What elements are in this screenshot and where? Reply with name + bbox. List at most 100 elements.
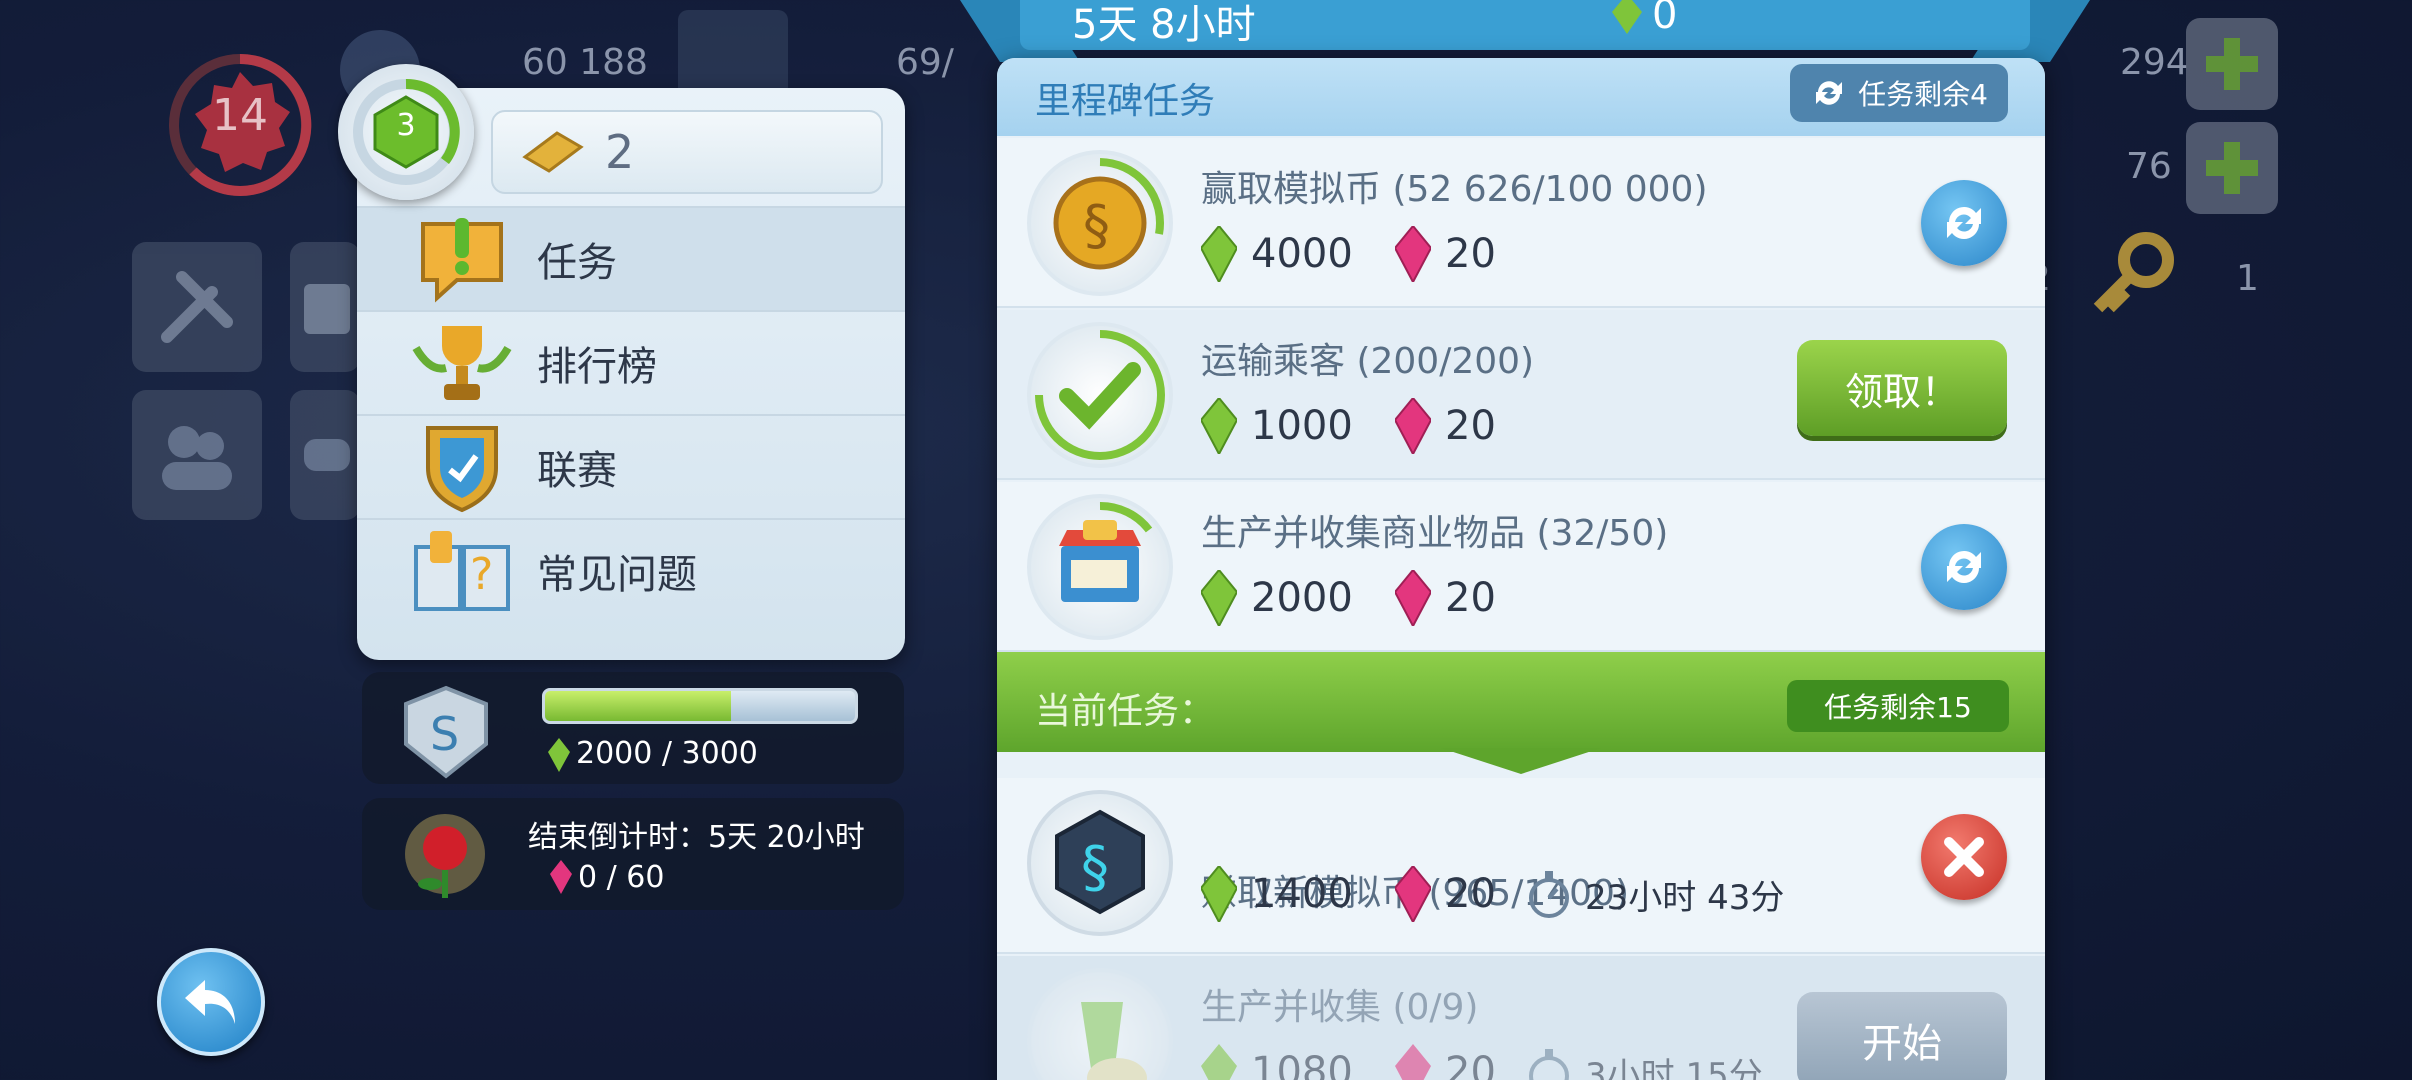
task-name: 生产并收集 (0/9) xyxy=(1201,987,1479,1028)
gem-green-icon xyxy=(1201,1044,1237,1080)
reward-pink-value: 20 xyxy=(1445,231,1496,277)
gem-green-icon xyxy=(548,738,570,776)
add-simcash-button[interactable] xyxy=(2186,122,2278,214)
svg-text:§: § xyxy=(1081,835,1109,900)
reward-green: 1080 xyxy=(1201,1044,1353,1080)
menu-item-label: 联赛 xyxy=(537,448,617,494)
league-emblem-icon: S xyxy=(396,684,496,784)
golden-ticket-count: 2 xyxy=(605,125,635,179)
golden-ticket-box[interactable]: 2 xyxy=(491,110,883,194)
menu-item-label: 常见问题 xyxy=(537,552,697,598)
menu-item-faq[interactable]: ? 常见问题 xyxy=(357,518,905,622)
reward-pink: 20 xyxy=(1395,1044,1496,1080)
gem-pink-icon xyxy=(1395,866,1431,922)
stopwatch-icon xyxy=(1529,870,1569,918)
simoleons-value: 294 xyxy=(2120,42,2189,83)
milestone-remaining-badge[interactable]: 任务剩余4 xyxy=(1790,64,2008,122)
player-level-badge[interactable]: 3 xyxy=(338,64,474,200)
faq-book-icon: ? xyxy=(407,521,517,621)
plus-icon xyxy=(2206,38,2258,90)
simcash-value: 76 xyxy=(2126,146,2172,187)
tools-icon xyxy=(161,271,233,343)
league-progress-fill xyxy=(545,691,731,721)
season-count: 0 xyxy=(1652,0,1678,38)
reward-pink-value: 20 xyxy=(1445,403,1496,449)
svg-text:?: ? xyxy=(470,549,493,600)
milestone-task-row: 生产并收集商业物品 (32/50) 2000 20 xyxy=(997,482,2045,652)
task-name: 赢取模拟币 (52 626/100 000) xyxy=(1201,169,1708,210)
reward-pink: 20 xyxy=(1395,226,1496,282)
reward-pink-value: 20 xyxy=(1445,1049,1496,1080)
reward-pink: 20 xyxy=(1395,398,1496,454)
tools-tile[interactable] xyxy=(132,242,262,372)
new-simoleon-icon: § xyxy=(1027,790,1173,936)
reward-green-value: 1000 xyxy=(1251,403,1353,449)
task-name: 运输乘客 (200/200) xyxy=(1201,341,1535,382)
refresh-icon xyxy=(1816,81,1843,105)
league-shield-icon xyxy=(407,417,517,517)
task-name: 生产并收集商业物品 (32/50) xyxy=(1201,513,1669,554)
claim-button[interactable]: 领取！ xyxy=(1797,340,2007,436)
simoleon-coin-icon: § xyxy=(1027,150,1173,296)
reward-pink-value: 20 xyxy=(1445,575,1496,621)
menu-item-leaderboard[interactable]: 排行榜 xyxy=(357,310,905,414)
event-card[interactable]: 结束倒计时：5天 20小时 0 / 60 xyxy=(362,798,904,910)
calendar-tile[interactable] xyxy=(290,242,360,372)
task-timer-value: 3小时 15分 xyxy=(1585,1056,1763,1080)
reward-green: 1400 xyxy=(1201,866,1353,922)
gem-pink-icon xyxy=(1395,570,1431,626)
current-tasks-header: 当前任务： 任务剩余15 xyxy=(997,652,2045,752)
friends-tile[interactable] xyxy=(132,390,262,520)
svg-text:§: § xyxy=(1083,194,1110,257)
reward-pink: 20 xyxy=(1395,570,1496,626)
league-progress-bar xyxy=(542,688,858,724)
calendar-icon xyxy=(304,284,350,334)
menu-item-label: 排行榜 xyxy=(537,344,657,390)
gem-green-icon xyxy=(1201,398,1237,454)
league-progress-text: 2000 / 3000 xyxy=(576,736,758,771)
current-remaining-badge: 任务剩余15 xyxy=(1787,680,2009,732)
games-tile[interactable] xyxy=(290,390,360,520)
season-gem-icon xyxy=(1612,0,1642,38)
task-timer-value: 23小时 43分 xyxy=(1585,878,1785,918)
task-timer: 3小时 15分 xyxy=(1527,1048,1763,1080)
refresh-icon xyxy=(1947,207,1981,239)
leek-icon xyxy=(1027,968,1173,1080)
gem-pink-icon xyxy=(1395,226,1431,282)
menu-item-tasks[interactable]: 任务 xyxy=(357,206,905,310)
milestone-title: 里程碑任务 xyxy=(1035,81,1216,122)
gem-green-icon xyxy=(1201,866,1237,922)
season-time: 5天 8小时 xyxy=(1072,2,1256,48)
menu-item-label: 任务 xyxy=(537,240,617,286)
gem-pink-icon xyxy=(1395,1044,1431,1080)
city-level-value: 14 xyxy=(212,90,268,141)
golden-ticket-icon xyxy=(522,131,584,173)
current-task-row: 生产并收集 (0/9) 1080 20 3小时 15分 开始 xyxy=(997,956,2045,1080)
gem-pink-icon xyxy=(1395,398,1431,454)
refresh-task-button[interactable] xyxy=(1921,180,2007,266)
player-level-value: 3 xyxy=(396,108,416,143)
reward-pink: 20 xyxy=(1395,866,1496,922)
trophy-icon xyxy=(407,313,517,413)
refresh-task-button[interactable] xyxy=(1921,524,2007,610)
reward-green: 2000 xyxy=(1201,570,1353,626)
city-level-badge[interactable]: 14 xyxy=(165,50,312,196)
milestone-remaining: 任务剩余4 xyxy=(1858,78,1988,111)
menu-item-league[interactable]: 联赛 xyxy=(357,414,905,518)
key-icon xyxy=(2080,226,2180,330)
start-task-button[interactable]: 开始 xyxy=(1797,992,2007,1080)
reward-green-value: 2000 xyxy=(1251,575,1353,621)
league-card[interactable]: S 2000 / 3000 xyxy=(362,672,904,784)
add-simoleons-button[interactable] xyxy=(2186,18,2278,110)
cancel-task-button[interactable] xyxy=(1921,814,2007,900)
task-speech-icon xyxy=(407,209,517,309)
header-pointer xyxy=(1441,748,1601,774)
population-value: 60 188 xyxy=(522,42,648,83)
jobs-value: 69/ xyxy=(896,42,954,83)
back-button[interactable] xyxy=(157,948,265,1056)
milestone-task-row: § 赢取模拟币 (52 626/100 000) 4000 20 xyxy=(997,138,2045,308)
gamepad-icon xyxy=(304,439,350,471)
checkmark-icon xyxy=(1027,322,1173,468)
gem-green-icon xyxy=(1201,570,1237,626)
shop-icon xyxy=(1027,494,1173,640)
